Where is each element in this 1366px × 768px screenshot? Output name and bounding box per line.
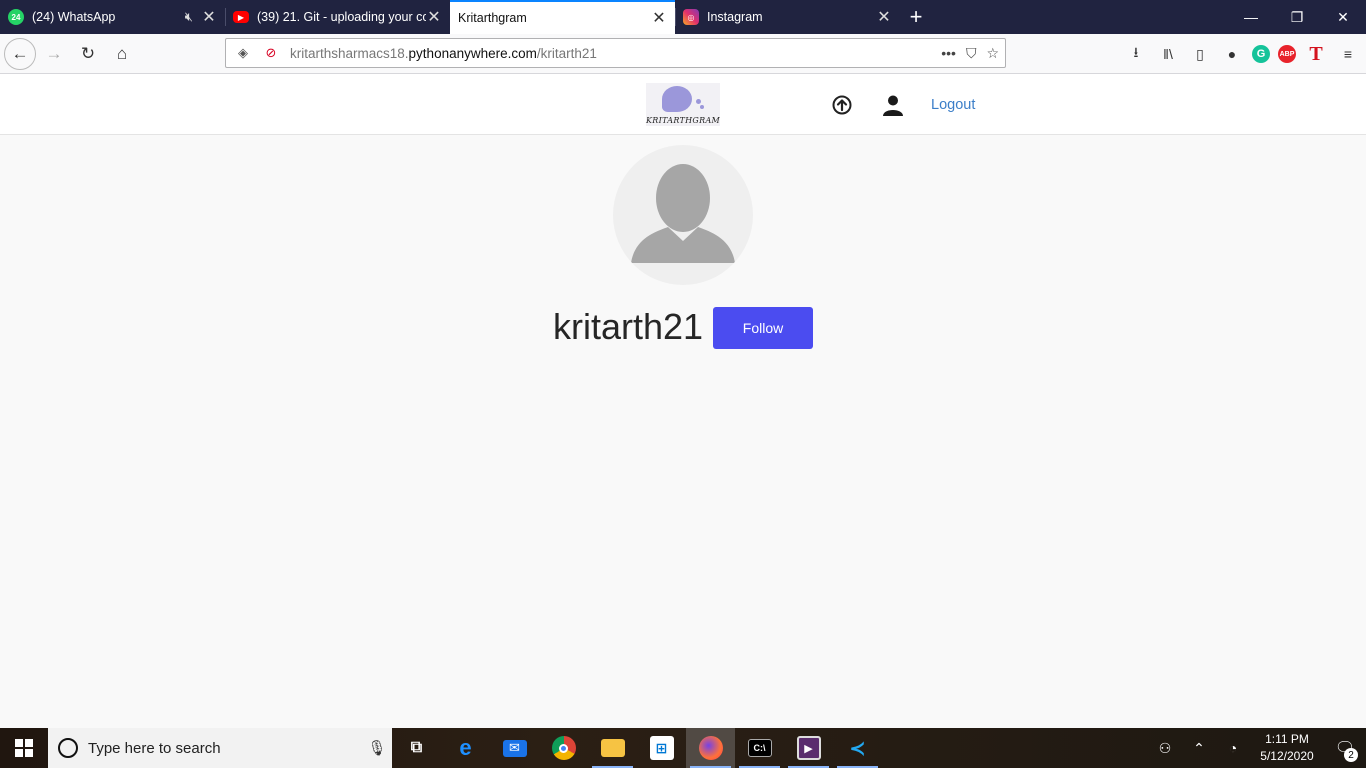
clock[interactable]: 1:11 PM 5/12/2020 (1250, 731, 1324, 765)
sidebar-icon[interactable]: ▯ (1188, 42, 1212, 66)
tab-title: Instagram (707, 10, 763, 24)
wifi-icon[interactable]: ◔ (1216, 740, 1250, 756)
taskbar-edge[interactable]: e (441, 728, 490, 768)
screen: 24 (24) WhatsApp 🔇︎ ✕ ▶ (39) 21. Git - u… (0, 0, 1366, 768)
close-tab-icon[interactable]: ✕ (876, 7, 892, 27)
terminal-icon: C:\ (747, 739, 772, 757)
chrome-icon (551, 736, 576, 760)
tab-youtube[interactable]: ▶ (39) 21. Git - uploading your co ✕ (225, 0, 450, 34)
browser-tab-strip: 24 (24) WhatsApp 🔇︎ ✕ ▶ (39) 21. Git - u… (0, 0, 1366, 34)
store-icon: ⊞ (649, 736, 674, 760)
notification-count: 2 (1344, 748, 1358, 762)
firefox-icon (698, 736, 723, 760)
close-tab-icon[interactable]: ✕ (651, 8, 667, 28)
tab-title: Kritarthgram (458, 11, 527, 25)
restore-icon[interactable]: ❐ (1274, 0, 1320, 34)
close-window-icon[interactable]: ✕ (1320, 0, 1366, 34)
instagram-icon: ◎ (683, 9, 699, 25)
tab-instagram[interactable]: ◎ Instagram ✕ (675, 0, 900, 34)
logo-wordmark: KRITARTHGRAM (646, 116, 721, 125)
start-button[interactable] (0, 728, 48, 768)
folder-icon (600, 739, 625, 757)
taskbar-terminal[interactable]: C:\ (735, 728, 784, 768)
tab-kritarthgram[interactable]: Kritarthgram ✕ (450, 0, 675, 34)
system-tray: ⚇ ⌃ ◔ 1:11 PM 5/12/2020 🗨︎ 2 (1148, 728, 1366, 768)
downloads-icon[interactable]: ⭳ (1124, 42, 1148, 66)
mail-icon: ✉ (502, 739, 527, 757)
tab-title: (24) WhatsApp (32, 10, 116, 24)
pocket-icon[interactable]: ⛉ (966, 45, 977, 62)
follow-button[interactable]: Follow (713, 307, 813, 349)
taskbar-vscode[interactable]: ≺ (833, 728, 882, 768)
taskbar-chrome[interactable] (539, 728, 588, 768)
site-logo[interactable]: KRITARTHGRAM (646, 83, 720, 126)
profile-icon[interactable] (882, 94, 904, 116)
toolbar-extensions: ⭳ ‖\ ▯ ● G ABP T ≡ (1124, 38, 1360, 70)
taskbar-mail[interactable]: ✉ (490, 728, 539, 768)
youtube-icon: ▶ (233, 11, 249, 23)
tracking-shield-icon[interactable]: ◈ (232, 45, 254, 61)
home-button[interactable]: ⌂ (106, 38, 138, 70)
reload-button[interactable]: ↻ (72, 38, 104, 70)
site-header: KRITARTHGRAM Logout (0, 74, 1366, 135)
browser-toolbar: ← → ↻ ⌂ ◈ ⊘ kritarthsharmacs18.pythonany… (0, 34, 1366, 74)
default-avatar-icon (631, 164, 735, 263)
clock-date: 5/12/2020 (1260, 749, 1314, 763)
whatsapp-icon: 24 (8, 9, 24, 25)
page-actions-icon[interactable]: ••• (941, 45, 956, 61)
profile-avatar (613, 145, 753, 285)
window-controls: — ❐ ✕ (1228, 0, 1366, 34)
minimize-icon[interactable]: — (1228, 0, 1274, 34)
close-tab-icon[interactable]: ✕ (201, 7, 217, 27)
library-icon[interactable]: ‖\ (1156, 42, 1180, 66)
web-page: KRITARTHGRAM Logout kritarth21 Follow (0, 74, 1366, 728)
windows-logo-icon (15, 739, 33, 757)
insecure-lock-icon[interactable]: ⊘ (260, 45, 282, 61)
show-hidden-icons-icon[interactable]: ⌃ (1182, 740, 1216, 757)
cortana-icon (58, 738, 78, 758)
back-button[interactable]: ← (4, 37, 36, 70)
search-placeholder: Type here to search (88, 739, 221, 757)
taskbar-file-explorer[interactable] (588, 728, 637, 768)
menu-icon[interactable]: ≡ (1336, 42, 1360, 66)
grammarly-icon[interactable]: G (1252, 45, 1270, 63)
upload-icon[interactable] (832, 95, 852, 115)
translator-icon[interactable]: T (1304, 42, 1328, 66)
address-bar[interactable]: ◈ ⊘ kritarthsharmacs18.pythonanywhere.co… (225, 38, 1006, 68)
taskbar-search[interactable]: Type here to search 🎙︎ (48, 728, 392, 768)
action-center-button[interactable]: 🗨︎ 2 (1324, 728, 1366, 768)
video-editor-icon: ▶ (796, 736, 821, 760)
clock-time: 1:11 PM (1265, 732, 1309, 746)
microphone-icon[interactable]: 🎙︎ (362, 739, 392, 757)
account-icon[interactable]: ● (1220, 42, 1244, 66)
tab-whatsapp[interactable]: 24 (24) WhatsApp 🔇︎ ✕ (0, 0, 225, 34)
bookmark-star-icon[interactable]: ☆ (986, 45, 999, 62)
vscode-icon: ≺ (849, 737, 866, 760)
bird-logo-icon (662, 86, 692, 112)
taskbar-video-editor[interactable]: ▶ (784, 728, 833, 768)
task-view-icon: ⧉ (410, 739, 423, 756)
logout-link[interactable]: Logout (931, 97, 975, 113)
taskbar-firefox[interactable] (686, 728, 735, 768)
taskbar-store[interactable]: ⊞ (637, 728, 686, 768)
people-icon[interactable]: ⚇ (1148, 740, 1182, 757)
profile-username: kritarth21 (553, 306, 704, 347)
close-tab-icon[interactable]: ✕ (426, 7, 442, 27)
task-view-button[interactable]: ⧉ (392, 728, 441, 768)
edge-icon: e (459, 735, 472, 760)
url-text[interactable]: kritarthsharmacs18.pythonanywhere.com/kr… (290, 46, 597, 61)
tab-title: (39) 21. Git - uploading your co (257, 10, 426, 24)
windows-taskbar: Type here to search 🎙︎ ⧉ e ✉ ⊞ C:\ ▶ ≺ ⚇… (0, 728, 1366, 768)
mute-icon[interactable]: 🔇︎ (185, 9, 193, 25)
new-tab-button[interactable]: + (900, 0, 932, 34)
forward-button[interactable]: → (38, 38, 70, 70)
adblock-plus-icon[interactable]: ABP (1278, 45, 1296, 63)
